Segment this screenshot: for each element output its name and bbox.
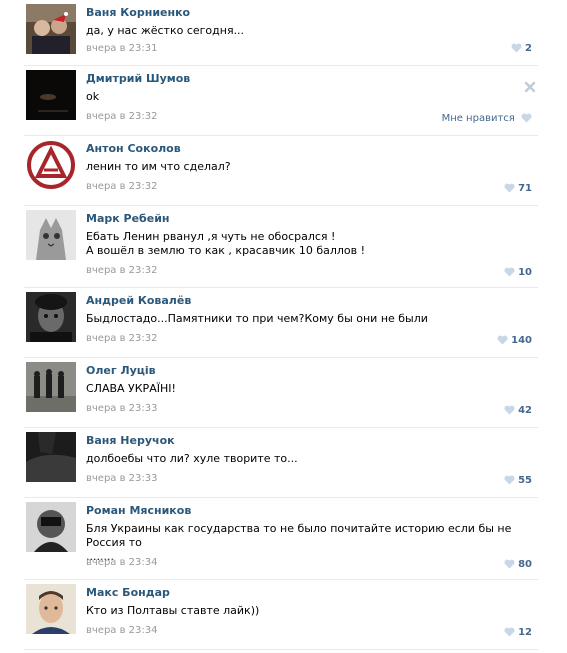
like-count: 71 [518,183,532,194]
avatar[interactable] [26,432,76,482]
comment-item: Марк Ребейн Ебать Ленин рванул ,я чуть н… [24,206,538,288]
comments-feed: Ваня Корниенко да, у нас жёстко сегодня.… [0,0,567,653]
comment-time[interactable]: вчера в 23:34 [86,625,158,636]
comment-text: да, у нас жёстко сегодня... [86,24,245,37]
comment-text: Ебать Ленин рванул ,я чуть не обосрался … [86,230,516,258]
like-button[interactable]: 10 [504,267,532,278]
comment-item: Ваня Неручок долбоебы что ли? хуле твори… [24,428,538,498]
heart-icon [521,113,532,123]
avatar[interactable] [26,140,76,190]
comment-item: Макс Бондар Кто из Полтавы ставте лайк))… [24,580,538,650]
like-button[interactable]: 71 [504,183,532,194]
avatar[interactable] [26,70,76,120]
heart-icon [504,267,515,277]
like-count: 80 [518,559,532,570]
like-count: 10 [518,267,532,278]
comment-item: Олег Луців СЛАВА УКРАЇНІ! вчера в 23:33 … [24,358,538,428]
comment-text: долбоебы что ли? хуле творите то... [86,452,298,465]
comment-time[interactable]: вчера в 23:34 [86,557,158,568]
like-button[interactable]: 12 [504,627,532,638]
comment-time[interactable]: вчера в 23:32 [86,265,158,276]
comment-author[interactable]: Андрей Ковалёв [86,294,191,307]
comment-author[interactable]: Макс Бондар [86,586,170,599]
heart-icon [504,405,515,415]
comment-item: Андрей Ковалёв Быдлостадо...Памятники то… [24,288,538,358]
like-count: 2 [525,43,532,54]
comment-text-line: А вошёл в землю то как , красавчик 10 ба… [86,244,366,257]
like-count: 55 [518,475,532,486]
comment-author[interactable]: Ваня Неручок [86,434,175,447]
comment-time[interactable]: вчера в 23:32 [86,111,158,122]
close-icon[interactable] [524,81,536,93]
like-count: 42 [518,405,532,416]
like-button[interactable]: Мне нравится [442,113,532,124]
comment-time[interactable]: вчера в 23:33 [86,473,158,484]
avatar[interactable] [26,502,76,552]
like-label: Мне нравится [441,113,515,124]
comment-text-line: Ебать Ленин рванул ,я чуть не обосрался … [86,230,336,243]
comment-author[interactable]: Ваня Корниенко [86,6,190,19]
comment-text: Быдлостадо...Памятники то при чем?Кому б… [86,312,428,325]
like-button[interactable]: 42 [504,405,532,416]
comment-text: ленин то им что сделал? [86,160,231,173]
like-count: 12 [518,627,532,638]
comment-text: Кто из Полтавы ставте лайк)) [86,604,260,617]
comment-item: Дмитрий Шумов ok вчера в 23:32 Мне нрави… [24,66,538,136]
like-button[interactable]: 55 [504,475,532,486]
heart-icon [504,559,515,569]
comment-time[interactable]: вчера в 23:31 [86,43,158,54]
avatar[interactable] [26,4,76,54]
comment-text: ok [86,90,100,103]
comment-text: СЛАВА УКРАЇНІ! [86,382,176,395]
comment-item: Ваня Корниенко да, у нас жёстко сегодня.… [24,0,538,66]
heart-icon [497,335,508,345]
avatar[interactable] [26,584,76,634]
like-button[interactable]: 80 [504,559,532,570]
comment-item: Роман Мясников Бля Украины как государст… [24,498,538,580]
heart-icon [504,627,515,637]
comment-time[interactable]: вчера в 23:32 [86,333,158,344]
comment-author[interactable]: Роман Мясников [86,504,191,517]
comment-text-line: Бля Украины как государства то не было п… [86,522,512,549]
avatar[interactable] [26,292,76,342]
heart-icon [504,475,515,485]
avatar[interactable] [26,210,76,260]
comment-time[interactable]: вчера в 23:33 [86,403,158,414]
heart-icon [504,183,515,193]
like-count: 140 [511,335,532,346]
comment-author[interactable]: Олег Луців [86,364,156,377]
like-button[interactable]: 140 [497,335,532,346]
comment-time[interactable]: вчера в 23:32 [86,181,158,192]
avatar[interactable] [26,362,76,412]
comment-author[interactable]: Дмитрий Шумов [86,72,190,85]
comment-item: Антон Соколов ленин то им что сделал? вч… [24,136,538,206]
heart-icon [511,43,522,53]
like-button[interactable]: 2 [511,43,532,54]
comment-author[interactable]: Антон Соколов [86,142,181,155]
comment-author[interactable]: Марк Ребейн [86,212,170,225]
